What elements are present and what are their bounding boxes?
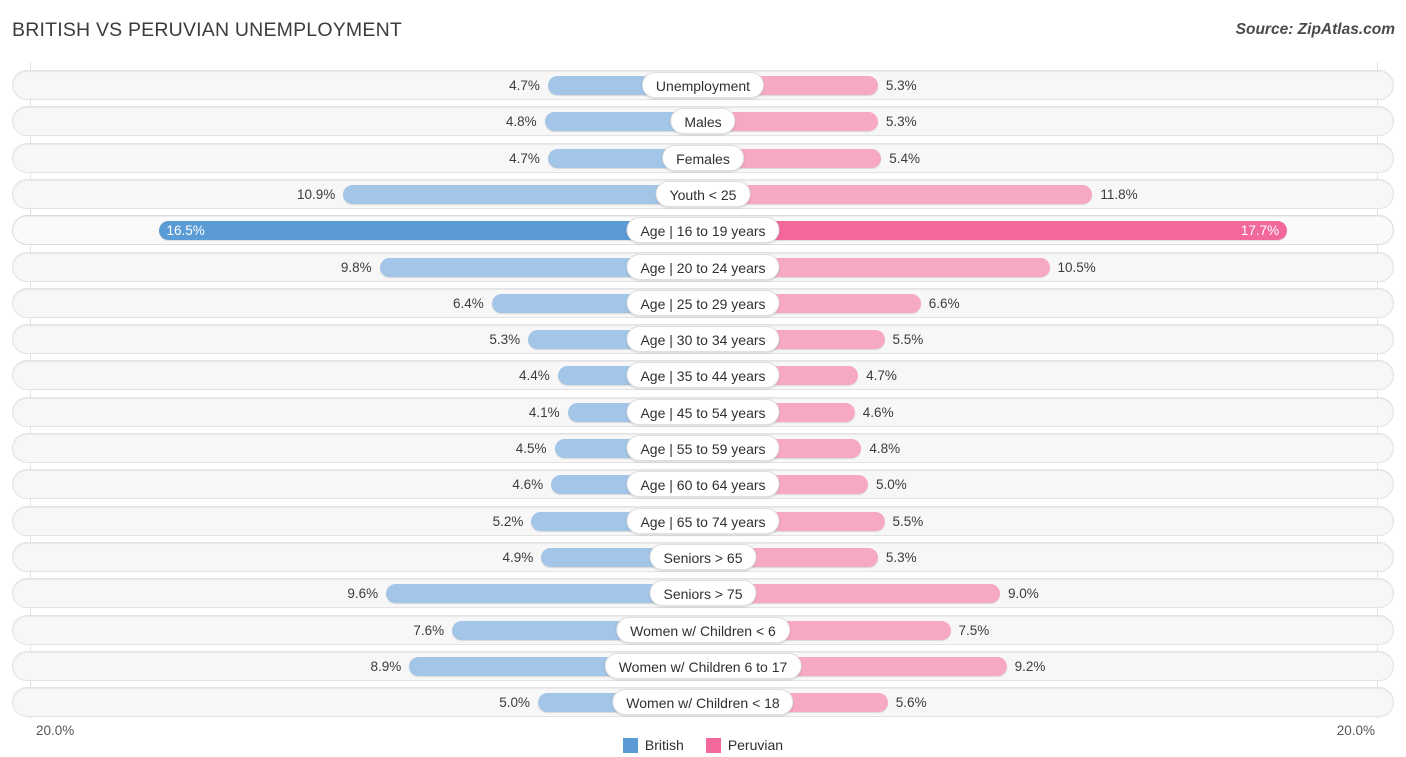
bar-row: 7.6% 7.5% Women w/ Children < 6 xyxy=(12,614,1394,645)
bar-row: 4.5% 4.8% Age | 55 to 59 years xyxy=(12,433,1394,463)
axis-label-right: 20.0% xyxy=(1336,723,1375,738)
category-label-pill: Age | 30 to 34 years xyxy=(626,326,780,353)
value-label-peruvian: 6.6% xyxy=(928,295,960,311)
axis-label-left: 20.0% xyxy=(36,723,75,738)
value-label-peruvian: 4.6% xyxy=(862,404,894,420)
value-label-peruvian: 17.7% xyxy=(1240,223,1280,239)
value-label-peruvian: 11.8% xyxy=(1100,186,1138,202)
category-label-pill: Women w/ Children < 18 xyxy=(612,689,794,716)
value-label-british: 4.9% xyxy=(502,549,534,565)
bar-row: 5.3% 5.5% Age | 30 to 34 years xyxy=(12,324,1394,355)
value-label-british: 6.4% xyxy=(453,295,484,311)
bar-row: 9.8% 10.5% Age | 20 to 24 years xyxy=(12,251,1394,282)
bar-row: 4.4% 4.7% Age | 35 to 44 years xyxy=(12,360,1394,391)
value-label-british: 5.2% xyxy=(492,513,524,529)
value-label-british: 9.6% xyxy=(347,586,379,602)
category-label-pill: Age | 55 to 59 years xyxy=(626,435,780,461)
value-label-peruvian: 7.5% xyxy=(958,622,990,638)
value-label-british: 4.7% xyxy=(509,150,540,166)
chart-footer: 20.0% 20.0% British Peruvian xyxy=(0,719,1406,757)
value-label-british: 4.8% xyxy=(505,114,537,130)
category-label-pill: Women w/ Children < 6 xyxy=(616,616,790,643)
bar-row: 4.1% 4.6% Age | 45 to 54 years xyxy=(12,396,1394,427)
chart-legend: British Peruvian xyxy=(0,737,1406,753)
bar-british xyxy=(343,184,703,204)
category-label-pill: Age | 45 to 54 years xyxy=(626,398,780,425)
value-label-british: 7.6% xyxy=(413,622,445,638)
value-label-british: 9.8% xyxy=(340,259,372,275)
value-label-peruvian: 5.4% xyxy=(889,150,920,166)
value-label-peruvian: 10.5% xyxy=(1057,259,1096,275)
legend-item[interactable]: Peruvian xyxy=(705,737,784,753)
value-label-british: 4.4% xyxy=(519,368,550,384)
value-label-british: 8.9% xyxy=(370,658,402,674)
category-label-pill: Youth < 25 xyxy=(655,180,751,207)
page-title: BRITISH VS PERUVIAN UNEMPLOYMENT xyxy=(12,19,402,41)
value-label-peruvian: 5.5% xyxy=(892,332,924,348)
category-label-pill: Males xyxy=(670,108,736,135)
value-label-peruvian: 9.0% xyxy=(1008,586,1039,602)
category-label-pill: Unemployment xyxy=(641,72,765,98)
category-label-pill: Age | 65 to 74 years xyxy=(626,507,780,534)
category-label-pill: Age | 60 to 64 years xyxy=(626,471,780,498)
bar-row: 6.4% 6.6% Age | 25 to 29 years xyxy=(12,287,1394,318)
value-label-peruvian: 5.3% xyxy=(885,549,917,565)
value-label-british: 4.6% xyxy=(512,477,544,493)
value-label-peruvian: 5.3% xyxy=(885,114,917,130)
value-label-peruvian: 4.8% xyxy=(869,441,901,456)
category-label-pill: Age | 20 to 24 years xyxy=(626,253,780,280)
value-label-british: 4.1% xyxy=(528,404,560,420)
bar-row: 5.2% 5.5% Age | 65 to 74 years xyxy=(12,505,1394,536)
bar-row: 8.9% 9.2% Women w/ Children 6 to 17 xyxy=(12,650,1394,681)
legend-swatch-peruvian xyxy=(705,737,721,753)
chart-header: BRITISH VS PERUVIAN UNEMPLOYMENT Source:… xyxy=(0,0,1406,62)
category-label-pill: Age | 16 to 19 years xyxy=(626,217,780,244)
source-attribution: Source: ZipAtlas.com xyxy=(1235,21,1395,38)
bar-peruvian xyxy=(703,221,1288,241)
bar-row: 5.0% 5.6% Women w/ Children < 18 xyxy=(12,687,1394,718)
value-label-british: 5.3% xyxy=(489,332,521,348)
category-label-pill: Seniors > 65 xyxy=(649,543,757,570)
value-label-peruvian: 5.0% xyxy=(876,477,907,493)
bar-row: 4.7% 5.4% Females xyxy=(12,142,1394,173)
bar-row: 4.8% 5.3% Males xyxy=(12,106,1394,137)
legend-label: Peruvian xyxy=(727,737,784,753)
legend-swatch-british xyxy=(622,737,638,753)
legend-label: British xyxy=(644,737,684,753)
value-label-peruvian: 9.2% xyxy=(1014,658,1046,674)
bar-row: 16.5% 17.7% Age | 16 to 19 years xyxy=(12,215,1394,246)
bar-row: 4.6% 5.0% Age | 60 to 64 years xyxy=(12,469,1394,500)
bar-peruvian xyxy=(703,184,1093,204)
category-label-pill: Age | 25 to 29 years xyxy=(626,289,780,316)
bar-row: 10.9% 11.8% Youth < 25 xyxy=(12,178,1394,209)
category-label-pill: Seniors > 75 xyxy=(649,580,757,607)
value-label-british: 4.7% xyxy=(509,78,540,93)
legend-item[interactable]: British xyxy=(622,737,684,753)
category-label-pill: Women w/ Children 6 to 17 xyxy=(604,652,802,679)
value-label-peruvian: 5.6% xyxy=(895,695,927,711)
value-label-british: 16.5% xyxy=(166,223,205,239)
bar-row: 4.9% 5.3% Seniors > 65 xyxy=(12,541,1394,572)
value-label-british: 4.5% xyxy=(515,441,547,456)
bar-british xyxy=(158,221,703,241)
category-label-pill: Age | 35 to 44 years xyxy=(626,362,780,389)
value-label-peruvian: 4.7% xyxy=(866,368,897,384)
value-label-british: 10.9% xyxy=(297,186,336,202)
category-label-pill: Females xyxy=(662,144,744,171)
value-label-peruvian: 5.5% xyxy=(892,513,924,529)
bar-row: 4.7% 5.3% Unemployment xyxy=(12,70,1394,100)
value-label-peruvian: 5.3% xyxy=(885,78,917,93)
bar-row: 9.6% 9.0% Seniors > 75 xyxy=(12,578,1394,609)
value-label-british: 5.0% xyxy=(499,695,530,711)
chart-plot-area: 4.7% 5.3% Unemployment 4.8% 5.3% Males 4.7% 5.4… xyxy=(0,62,1406,719)
